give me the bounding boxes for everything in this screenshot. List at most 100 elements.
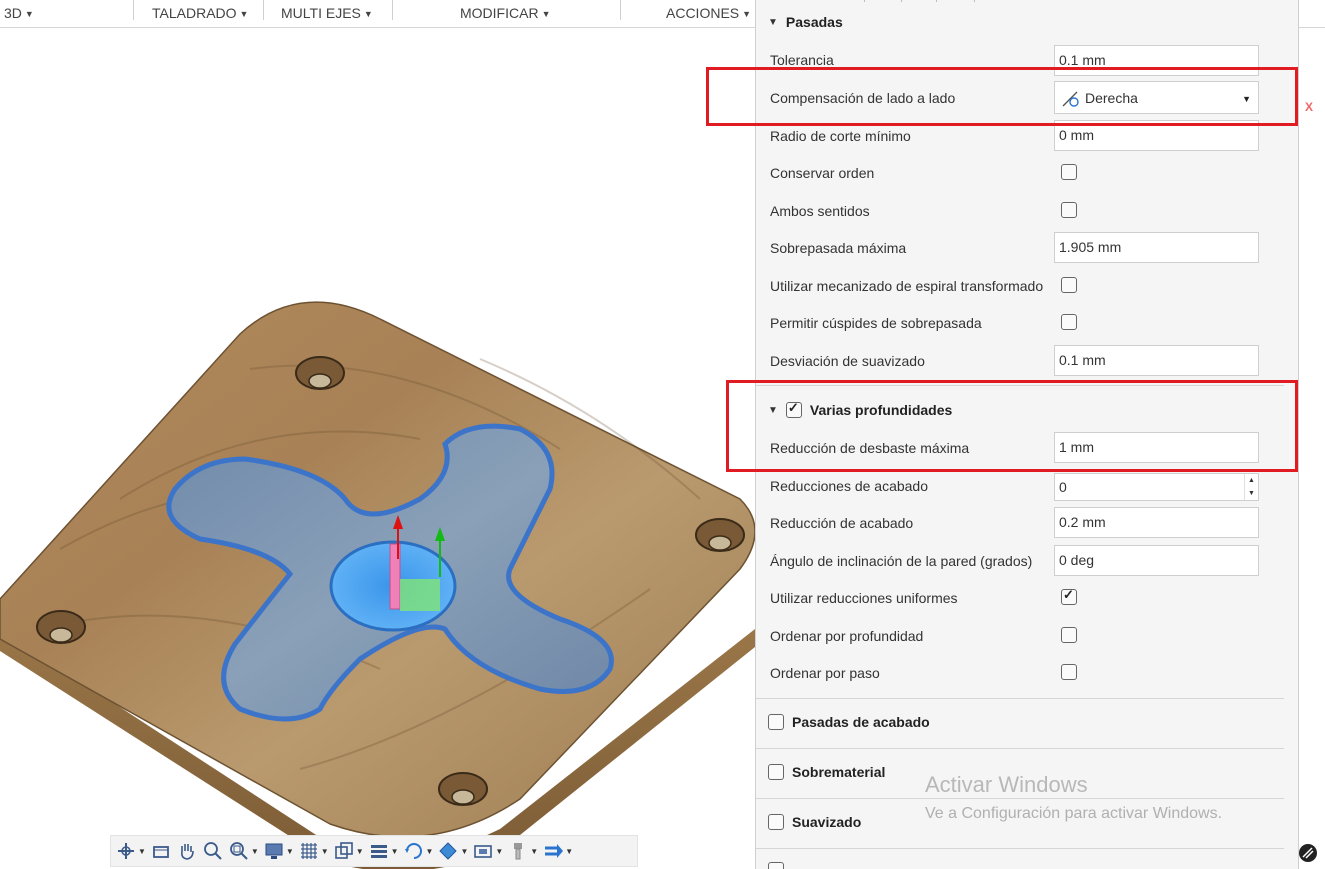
display-settings-icon bbox=[265, 843, 283, 859]
axis-x-label: X bbox=[1305, 100, 1314, 114]
sobrepasada-input[interactable]: 1.905 mm bbox=[1054, 232, 1259, 263]
espiral-label: Utilizar mecanizado de espiral transform… bbox=[770, 278, 1044, 294]
section-pasadas-acabado-header[interactable]: Pasadas de acabado bbox=[768, 714, 930, 730]
menu-3d[interactable]: 3D ▼ bbox=[4, 3, 34, 23]
reduccion-acabado-label: Reducción de acabado bbox=[770, 515, 914, 531]
uniformes-checkbox[interactable] bbox=[1061, 587, 1077, 605]
profundidades-checkbox[interactable] bbox=[785, 400, 802, 418]
toolbar-divider bbox=[392, 0, 393, 20]
material-button[interactable]: ▼ bbox=[437, 837, 468, 865]
side-compensation-icon bbox=[1062, 91, 1079, 107]
caret-down-icon: ▼ bbox=[495, 846, 504, 856]
reduccion-acabado-input[interactable]: 0.2 mm bbox=[1054, 507, 1259, 538]
collapse-triangle-icon[interactable]: ▼ bbox=[768, 17, 778, 28]
menu-modificar[interactable]: MODIFICAR ▼ bbox=[460, 3, 550, 23]
caret-down-icon: ▼ bbox=[355, 846, 364, 856]
tool-icon bbox=[514, 843, 523, 860]
section-profundidades-header[interactable]: ▼ Varias profundidades bbox=[768, 400, 953, 418]
section-sobrematerial-header[interactable]: Sobrematerial bbox=[768, 764, 885, 780]
angulo-label: Ángulo de inclinación de la pared (grado… bbox=[770, 553, 1033, 569]
section-next-header[interactable] bbox=[768, 862, 792, 869]
flow-button[interactable]: ▼ bbox=[542, 837, 573, 865]
angulo-input[interactable]: 0 deg bbox=[1054, 545, 1259, 576]
spin-down-icon[interactable]: ▼ bbox=[1245, 487, 1258, 500]
caret-down-icon: ▼ bbox=[390, 846, 399, 856]
section-divider bbox=[756, 798, 1284, 799]
caret-down-icon: ▼ bbox=[530, 846, 539, 856]
reducciones-acabado-stepper[interactable]: 0 ▲ ▼ bbox=[1054, 473, 1259, 501]
menu-multi-ejes[interactable]: MULTI EJES ▼ bbox=[281, 3, 373, 23]
ordenar-paso-label: Ordenar por paso bbox=[770, 665, 880, 681]
compensacion-label: Compensación de lado a lado bbox=[770, 90, 956, 106]
cuspides-checkbox[interactable] bbox=[1061, 314, 1077, 330]
pasadas-acabado-checkbox[interactable] bbox=[768, 714, 784, 730]
ordenar-paso-checkbox[interactable] bbox=[1061, 664, 1077, 680]
orbit-button[interactable]: ▼ bbox=[115, 837, 146, 865]
panel-tab-strip bbox=[864, 0, 1084, 5]
conservar-orden-checkbox[interactable] bbox=[1061, 164, 1077, 180]
layers-button[interactable]: ▼ bbox=[368, 837, 399, 865]
collapse-triangle-icon[interactable]: ▼ bbox=[768, 405, 778, 416]
viewports-button[interactable]: ▼ bbox=[333, 837, 364, 865]
espiral-checkbox[interactable] bbox=[1061, 277, 1077, 293]
simulation-button[interactable]: ▼ bbox=[472, 837, 503, 865]
desbaste-input[interactable]: 1 mm bbox=[1054, 432, 1259, 463]
orbit-icon bbox=[118, 843, 134, 859]
sobrematerial-checkbox[interactable] bbox=[768, 764, 784, 780]
3d-viewport[interactable]: ▼ ▼ ▼ ▼ ▼ ▼ ▼ ▼ ▼ ▼ ▼ bbox=[0, 29, 755, 869]
caret-down-icon: ▼ bbox=[285, 846, 294, 856]
toolbar-divider bbox=[620, 0, 621, 20]
radio-corte-label: Radio de corte mínimo bbox=[770, 128, 911, 144]
caret-down-icon: ▼ bbox=[460, 846, 469, 856]
caret-down-icon: ▼ bbox=[425, 846, 434, 856]
compensacion-value: Derecha bbox=[1085, 89, 1138, 106]
ordenar-profundidad-checkbox[interactable] bbox=[1061, 627, 1077, 643]
next-section-checkbox[interactable] bbox=[768, 862, 784, 869]
compensacion-select[interactable]: Derecha ▼ bbox=[1054, 81, 1259, 114]
sobrepasada-label: Sobrepasada máxima bbox=[770, 240, 907, 256]
reducciones-acabado-value: 0 bbox=[1059, 479, 1067, 495]
flow-icon bbox=[545, 844, 564, 858]
section-pasadas-header[interactable]: ▼ Pasadas bbox=[768, 14, 843, 30]
menu-multi-ejes-label: MULTI EJES bbox=[281, 5, 361, 21]
grid-button[interactable]: ▼ bbox=[298, 837, 329, 865]
menu-taladrado-label: TALADRADO bbox=[152, 5, 237, 21]
tolerancia-input[interactable]: 0.1 mm bbox=[1054, 45, 1259, 76]
section-profundidades-title: Varias profundidades bbox=[809, 402, 953, 418]
menu-acciones[interactable]: ACCIONES ▼ bbox=[666, 3, 751, 23]
toolbar-divider bbox=[133, 0, 134, 20]
layers-icon bbox=[370, 845, 387, 858]
caret-down-icon: ▼ bbox=[250, 846, 259, 856]
menu-3d-label: 3D bbox=[4, 5, 22, 21]
section-suavizado-header[interactable]: Suavizado bbox=[768, 814, 861, 830]
caret-down-icon: ▼ bbox=[541, 9, 551, 19]
rotate-button[interactable]: ▼ bbox=[403, 837, 434, 865]
desviacion-input[interactable]: 0.1 mm bbox=[1054, 345, 1259, 376]
suavizado-checkbox[interactable] bbox=[768, 814, 784, 830]
look-at-button[interactable] bbox=[150, 837, 172, 865]
caret-down-icon: ▼ bbox=[320, 846, 329, 856]
menu-acciones-label: ACCIONES bbox=[666, 5, 740, 21]
zoom-button[interactable] bbox=[202, 837, 224, 865]
toolbar-divider bbox=[263, 0, 264, 20]
radio-corte-input[interactable]: 0 mm bbox=[1054, 120, 1259, 151]
caret-down-icon: ▼ bbox=[239, 9, 249, 19]
ambos-sentidos-checkbox[interactable] bbox=[1061, 202, 1077, 218]
cnc-model-render[interactable] bbox=[0, 29, 755, 869]
caret-down-icon: ▼ bbox=[1242, 94, 1251, 104]
material-icon bbox=[439, 842, 458, 860]
spin-up-icon[interactable]: ▲ bbox=[1245, 474, 1258, 487]
pan-icon bbox=[180, 844, 194, 860]
ambos-sentidos-label: Ambos sentidos bbox=[770, 203, 870, 219]
zoom-icon bbox=[204, 842, 222, 860]
menu-taladrado[interactable]: TALADRADO ▼ bbox=[152, 3, 248, 23]
pan-button[interactable] bbox=[176, 837, 198, 865]
grid-icon bbox=[300, 843, 317, 859]
fit-button[interactable]: ▼ bbox=[228, 837, 259, 865]
caret-down-icon: ▼ bbox=[565, 846, 574, 856]
spin-buttons[interactable]: ▲ ▼ bbox=[1244, 474, 1258, 500]
feedback-icon[interactable] bbox=[1298, 843, 1318, 863]
display-settings-button[interactable]: ▼ bbox=[263, 837, 294, 865]
reducciones-acabado-label: Reducciones de acabado bbox=[770, 478, 929, 494]
tool-button[interactable]: ▼ bbox=[507, 837, 538, 865]
